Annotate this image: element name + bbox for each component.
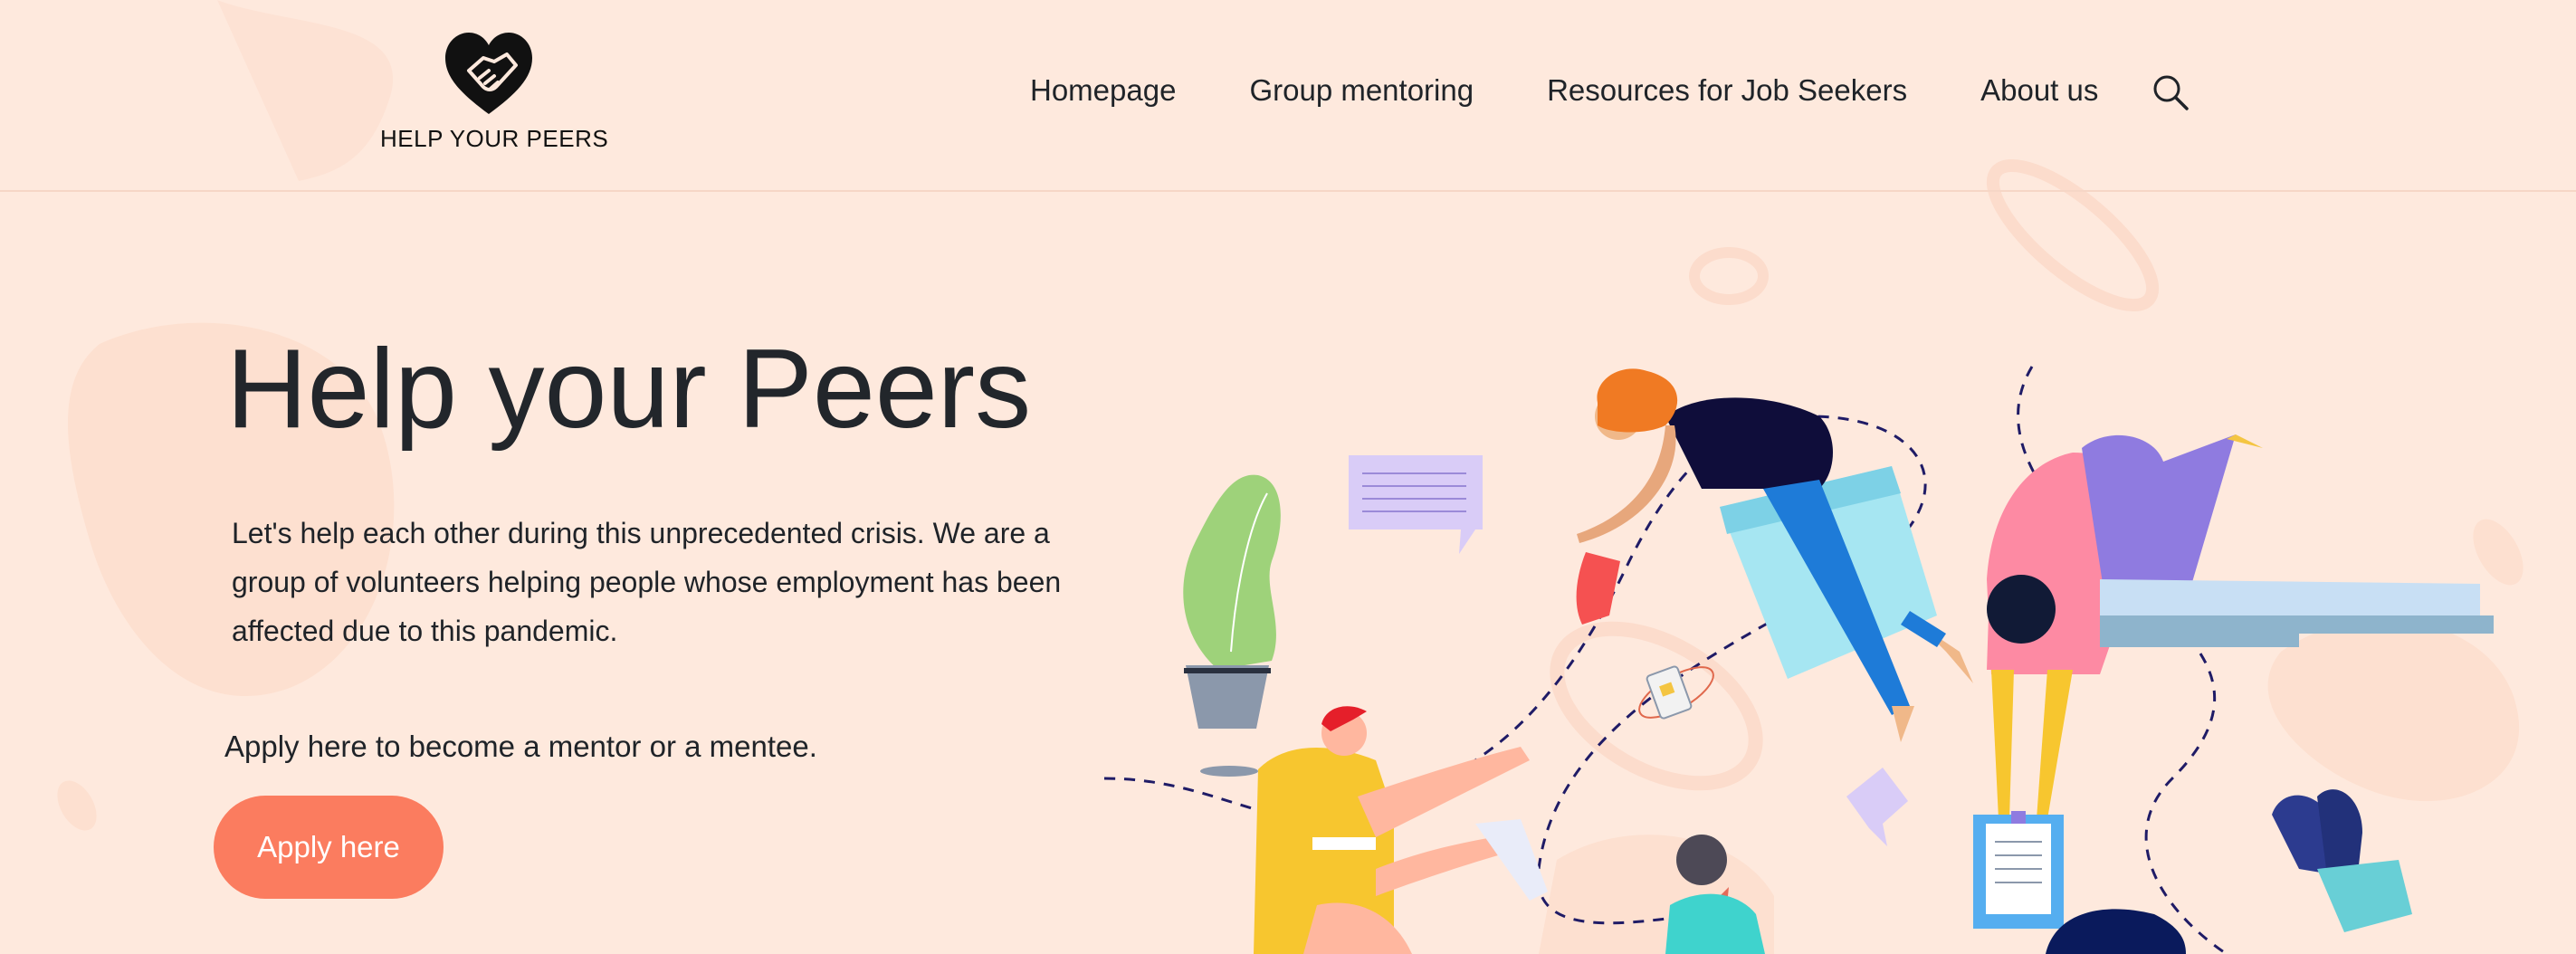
main-nav: Homepage Group mentoring Resources for J… xyxy=(1030,63,2171,118)
nav-item-group-mentoring[interactable]: Group mentoring xyxy=(1249,73,1474,108)
nav-item-about-us[interactable]: About us xyxy=(1980,73,2098,108)
nav-item-homepage[interactable]: Homepage xyxy=(1030,73,1176,108)
search-button[interactable] xyxy=(2151,72,2190,112)
hero-description: Let's help each other during this unprec… xyxy=(232,517,1062,647)
site-header: HELP YOUR PEERS Homepage Group mentoring… xyxy=(0,0,2576,192)
heart-handshake-icon xyxy=(445,33,532,114)
logo-text: HELP YOUR PEERS xyxy=(380,125,609,152)
hero-illustration xyxy=(1103,366,2494,954)
page: HELP YOUR PEERS Homepage Group mentoring… xyxy=(0,0,2576,954)
hero-title: Help your Peers xyxy=(226,327,1032,452)
logo-link[interactable]: HELP YOUR PEERS xyxy=(380,31,609,157)
apply-note: Apply here to become a mentor or a mente… xyxy=(224,730,817,763)
nav-item-resources-for-job-seekers[interactable]: Resources for Job Seekers xyxy=(1547,73,1907,108)
apply-button[interactable]: Apply here xyxy=(214,796,444,899)
search-icon xyxy=(2153,75,2189,110)
